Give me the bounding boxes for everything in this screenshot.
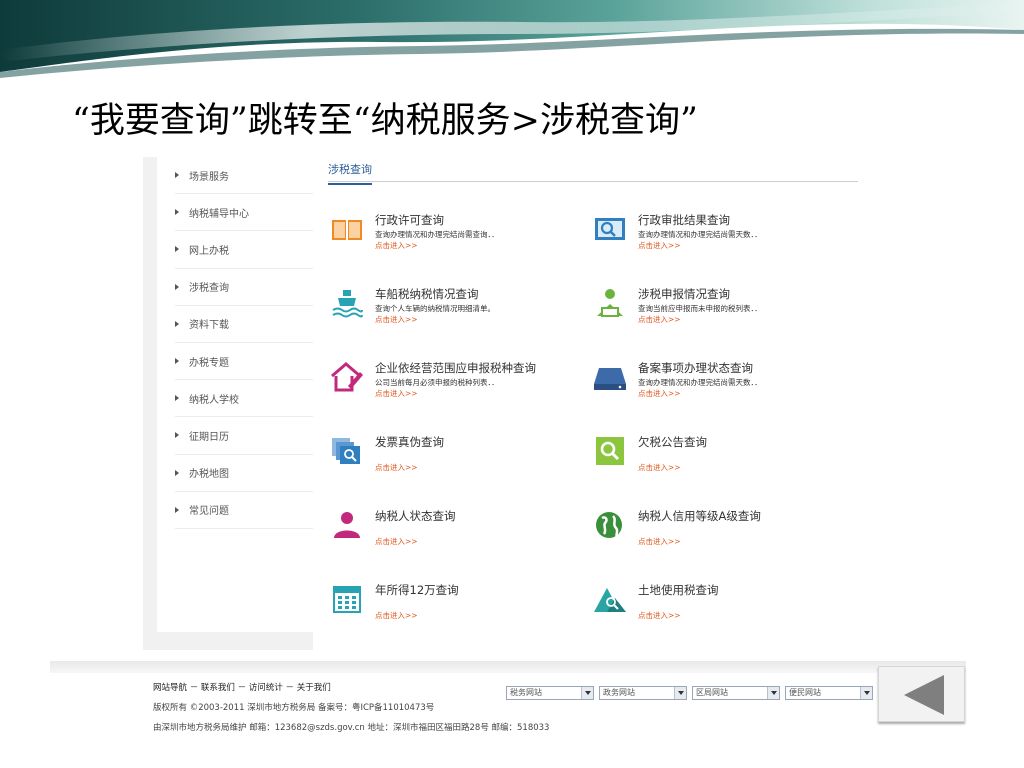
footer-links[interactable]: 网站导航 － 联系我们 － 访问统计 － 关于我们: [153, 678, 549, 698]
query-card-tax-filing[interactable]: 涉税申报情况查询 查询当前应申报而未申报的税列表．． 点击进入>>: [593, 286, 843, 346]
triangle-right-icon: [175, 172, 179, 179]
sidebar-item-label: 场景服务: [189, 171, 229, 183]
globe-icon: [596, 512, 622, 538]
query-card-filing-status[interactable]: 备案事项办理状态查询 查询办理情况和办理完结尚需天数．． 点击进入>>: [593, 360, 843, 420]
footer-contact: 由深圳市地方税务局维护 邮箱：123682@szds.gov.cn 地址：深圳市…: [153, 723, 550, 733]
card-desc: 查询办理情况和办理完结尚需天数．．: [638, 378, 762, 387]
enter-link[interactable]: 点击进入>>: [375, 388, 418, 399]
sidebar-item-label: 涉税查询: [189, 283, 229, 295]
select-value: 区局网站: [696, 688, 728, 697]
query-card-annual-income[interactable]: 年所得12万查询 点击进入>>: [330, 582, 580, 642]
sidebar-item-label: 办税地图: [189, 469, 229, 481]
calendar-icon: [333, 586, 361, 613]
card-title: 纳税人状态查询: [375, 509, 456, 523]
server-icon: [594, 368, 626, 390]
card-title: 车船税纳税情况查询: [375, 287, 479, 301]
enter-link[interactable]: 点击进入>>: [638, 314, 681, 325]
chevron-down-icon: [674, 687, 686, 699]
book-icon: [332, 220, 362, 240]
reader-icon: [597, 289, 623, 317]
chevron-down-icon: [767, 687, 779, 699]
card-title: 年所得12万查询: [375, 583, 459, 597]
sidebar-item-label: 常见问题: [189, 506, 229, 518]
main-panel: 涉税查询 行政许可查询 查询办理情况和办理完结尚需查询．． 点击进入>> 行政审…: [313, 157, 872, 650]
back-button[interactable]: [878, 666, 965, 722]
land-icon: [594, 588, 626, 612]
card-desc: 公司当前每月必须申报的税种列表．．: [375, 378, 499, 387]
query-card-taxpayer-status[interactable]: 纳税人状态查询 点击进入>>: [330, 508, 580, 568]
site-footer: 网站导航 － 联系我们 － 访问统计 － 关于我们 版权所有 ©2003-201…: [153, 678, 549, 738]
card-desc: 查询当前应申报而未申报的税列表．．: [638, 304, 762, 313]
select-convenience-sites[interactable]: 便民网站: [785, 686, 873, 700]
card-title: 发票真伪查询: [375, 435, 444, 449]
slide-banner: [0, 0, 1024, 80]
query-card-invoice-verify[interactable]: 发票真伪查询 点击进入>>: [330, 434, 580, 494]
house-pen-icon: [331, 362, 363, 392]
query-card-admin-license[interactable]: 行政许可查询 查询办理情况和办理完结尚需查询．． 点击进入>>: [330, 212, 580, 272]
triangle-right-icon: [175, 469, 179, 476]
chevron-down-icon: [860, 687, 872, 699]
sidebar-item-label: 纳税人学校: [189, 394, 239, 406]
enter-link[interactable]: 点击进入>>: [375, 462, 418, 473]
enter-link[interactable]: 点击进入>>: [375, 240, 418, 251]
query-card-business-scope[interactable]: 企业依经营范围应申报税种查询 公司当前每月必须申报的税种列表．． 点击进入>>: [330, 360, 580, 420]
query-card-vehicle-tax[interactable]: 车船税纳税情况查询 查询个人车辆的纳税情况明细清单。 点击进入>>: [330, 286, 580, 346]
footer-copyright: 版权所有 ©2003-2011 深圳市地方税务局 备案号：粤ICP备110104…: [153, 703, 435, 713]
select-tax-sites[interactable]: 税务网站: [506, 686, 594, 700]
triangle-right-icon: [175, 358, 179, 365]
sidebar-item-label: 纳税辅导中心: [189, 208, 249, 220]
enter-link[interactable]: 点击进入>>: [375, 610, 418, 621]
footer-bar: [50, 661, 966, 673]
triangle-right-icon: [175, 246, 179, 253]
card-title: 行政审批结果查询: [638, 213, 730, 227]
website-screenshot: 场景服务 纳税辅导中心 网上办税 涉税查询 资料下载 办税专题 纳税人学校 征期…: [143, 157, 872, 650]
enter-link[interactable]: 点击进入>>: [638, 462, 681, 473]
select-district-sites[interactable]: 区局网站: [692, 686, 780, 700]
card-title: 涉税申报情况查询: [638, 287, 730, 301]
slide-title: “我要查询”跳转至“纳税服务>涉税查询”: [72, 101, 698, 141]
card-title: 备案事项办理状态查询: [638, 361, 753, 375]
sidebar-item-label: 征期日历: [189, 431, 229, 443]
sidebar-item-label: 资料下载: [189, 320, 229, 332]
enter-link[interactable]: 点击进入>>: [375, 314, 418, 325]
search-book-icon: [595, 218, 625, 240]
triangle-right-icon: [175, 506, 179, 513]
triangle-right-icon: [175, 432, 179, 439]
card-desc: 查询个人车辆的纳税情况明细清单。: [375, 304, 495, 313]
magnifier-icon: [596, 437, 624, 465]
back-arrow-icon: [904, 675, 944, 715]
enter-link[interactable]: 点击进入>>: [375, 536, 418, 547]
triangle-right-icon: [175, 320, 179, 327]
query-card-credit-rating[interactable]: 纳税人信用等级A级查询 点击进入>>: [593, 508, 843, 568]
select-value: 税务网站: [510, 688, 542, 697]
select-value: 政务网站: [603, 688, 635, 697]
select-gov-sites[interactable]: 政务网站: [599, 686, 687, 700]
select-value: 便民网站: [789, 688, 821, 697]
enter-link[interactable]: 点击进入>>: [638, 610, 681, 621]
ship-icon: [332, 290, 363, 318]
tab-divider: [328, 181, 858, 182]
person-icon: [334, 512, 360, 538]
query-card-land-tax[interactable]: 土地使用税查询 点击进入>>: [593, 582, 843, 642]
query-card-admin-approval[interactable]: 行政审批结果查询 查询办理情况和办理完结尚需天数．． 点击进入>>: [593, 212, 843, 272]
card-title: 企业依经营范围应申报税种查询: [375, 361, 536, 375]
card-title: 纳税人信用等级A级查询: [638, 509, 761, 523]
sidebar-item-label: 网上办税: [189, 245, 229, 257]
query-card-tax-arrears[interactable]: 欠税公告查询 点击进入>>: [593, 434, 843, 494]
enter-link[interactable]: 点击进入>>: [638, 388, 681, 399]
triangle-right-icon: [175, 395, 179, 402]
card-desc: 查询办理情况和办理完结尚需天数．．: [638, 230, 762, 239]
enter-link[interactable]: 点击进入>>: [638, 240, 681, 251]
card-title: 土地使用税查询: [638, 583, 719, 597]
triangle-right-icon: [175, 283, 179, 290]
enter-link[interactable]: 点击进入>>: [638, 536, 681, 547]
card-title: 行政许可查询: [375, 213, 444, 227]
triangle-right-icon: [175, 209, 179, 216]
card-title: 欠税公告查询: [638, 435, 707, 449]
chevron-down-icon: [581, 687, 593, 699]
invoice-search-icon: [332, 438, 360, 464]
sidebar-item-label: 办税专题: [189, 357, 229, 369]
card-desc: 查询办理情况和办理完结尚需查询．．: [375, 230, 499, 239]
